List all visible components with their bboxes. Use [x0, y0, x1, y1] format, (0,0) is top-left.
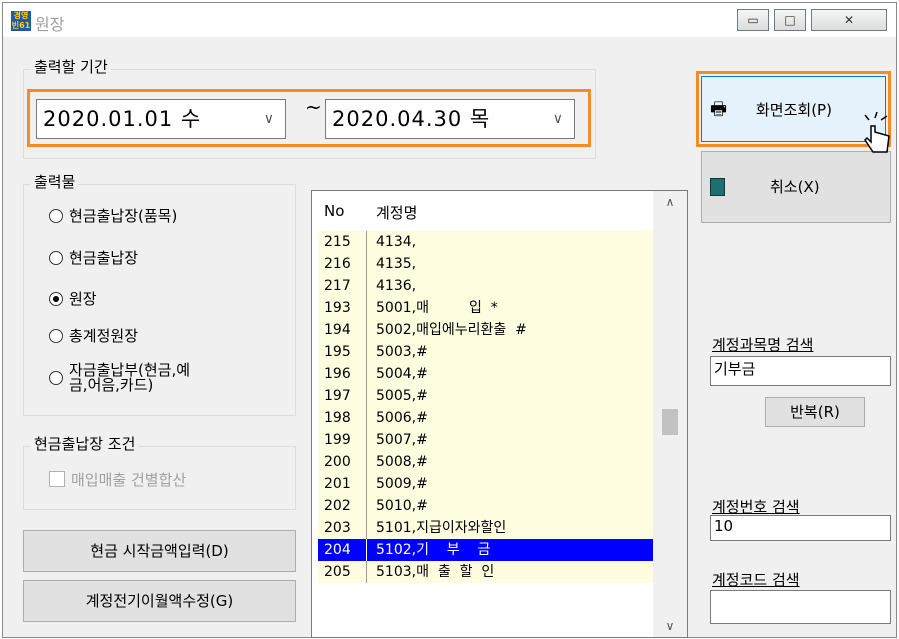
checkbox-label: 매입매출 건별합산 — [71, 471, 187, 489]
chevron-down-icon: ∨ — [552, 111, 564, 127]
radio-icon — [49, 371, 63, 385]
period-label: 출력할 기간 — [31, 56, 111, 77]
list-item[interactable]: 202 5010,# — [318, 495, 654, 517]
scroll-thumb[interactable] — [662, 409, 678, 435]
close-button[interactable]: ✕ — [811, 9, 887, 31]
prev-balance-edit-button[interactable]: 계정전기이월액수정(G) — [23, 580, 296, 622]
cancel-button[interactable]: 취소(X) — [701, 151, 891, 223]
period-separator: ~ — [305, 95, 322, 119]
list-scrollbar[interactable]: ∧ ∨ — [653, 191, 687, 637]
list-item[interactable]: 217 4136, — [318, 275, 654, 297]
list-item[interactable]: 195 5003,# — [318, 341, 654, 363]
radio-cash-book[interactable]: 현금출납장 — [49, 247, 138, 268]
subject-search-label: 계정과목명 검색 — [712, 336, 814, 354]
radio-label: 원장 — [69, 290, 97, 308]
maximize-icon: □ — [784, 13, 796, 27]
list-item[interactable]: 198 5006,# — [318, 407, 654, 429]
maximize-button[interactable]: □ — [774, 9, 806, 31]
account-list[interactable]: No 계정명 215 4134, 216 4135, 217 4136, 193 500… — [311, 190, 688, 638]
list-item[interactable]: 196 5004,# — [318, 363, 654, 385]
subject-search-input[interactable]: 기부금 — [710, 356, 891, 386]
end-date-value: 2020.04.30 목 — [332, 107, 491, 131]
list-item[interactable]: 203 5101,지급이자와할인 — [318, 517, 654, 539]
radio-icon — [49, 251, 63, 265]
list-item[interactable]: 200 5008,# — [318, 451, 654, 473]
ledger-window: 경영빈61 원장 ▭ □ ✕ 출력할 기간 2020.01.01 수 ∨ ~ 2… — [2, 2, 897, 638]
view-button-label: 화면조회(P) — [756, 101, 832, 119]
radio-label: 자금출납부(현금,예 금,어음,카드) — [69, 361, 191, 394]
radio-icon — [49, 329, 63, 343]
list-item[interactable]: 194 5002,매입에누리환출 # — [318, 319, 654, 341]
cash-condition-label: 현금출납장 조건 — [31, 433, 139, 454]
repeat-button[interactable]: 반복(R) — [765, 397, 865, 427]
view-button[interactable]: 🖶 화면조회(P) — [701, 76, 886, 142]
number-search-input[interactable]: 10 — [710, 515, 891, 541]
list-item[interactable]: 205 5103,매 출 할 인 — [318, 561, 654, 583]
output-label: 출력물 — [31, 171, 79, 192]
checkbox-icon — [49, 471, 65, 487]
list-item[interactable]: 197 5005,# — [318, 385, 654, 407]
minimize-button[interactable]: ▭ — [737, 9, 769, 31]
radio-general-ledger[interactable]: 총계정원장 — [49, 325, 138, 346]
start-date-value: 2020.01.01 수 — [43, 107, 202, 131]
code-search-input[interactable] — [710, 590, 891, 624]
radio-ledger[interactable]: 원장 — [49, 288, 97, 309]
column-no: No — [324, 202, 345, 220]
radio-label: 현금출납장(품목) — [69, 207, 178, 225]
radio-selected-icon — [49, 292, 63, 306]
radio-fund-book[interactable]: 자금출납부(현금,예 금,어음,카드) — [49, 363, 190, 393]
hand-cursor-icon — [864, 112, 890, 153]
code-search-label: 계정코드 검색 — [712, 571, 800, 589]
column-account-name: 계정명 — [376, 204, 418, 222]
close-icon: ✕ — [843, 13, 855, 27]
title-bar: 경영빈61 원장 ▭ □ ✕ — [3, 3, 896, 37]
radio-label: 총계정원장 — [69, 327, 139, 345]
end-date-combo[interactable]: 2020.04.30 목 ∨ — [325, 99, 575, 139]
list-rows: 215 4134, 216 4135, 217 4136, 193 5001,매 입 *… — [318, 231, 654, 583]
window-title: 원장 — [35, 15, 65, 34]
list-item[interactable]: 216 4135, — [318, 253, 654, 275]
number-search-label: 계정번호 검색 — [712, 498, 800, 516]
list-item[interactable]: 193 5001,매 입 * — [318, 297, 654, 319]
printer-icon: 🖶 — [710, 99, 727, 120]
list-item[interactable]: 215 4134, — [318, 231, 654, 253]
list-item-selected[interactable]: 204 5102,기 부 금 — [318, 539, 654, 561]
merge-sales-checkbox[interactable]: 매입매출 건별합산 — [49, 469, 186, 490]
exit-door-icon — [710, 178, 725, 196]
minimize-icon: ▭ — [747, 13, 759, 27]
cancel-button-label: 취소(X) — [770, 178, 820, 196]
radio-icon — [49, 209, 63, 223]
radio-label: 현금출납장 — [69, 249, 139, 267]
app-icon: 경영빈61 — [11, 11, 31, 31]
list-item[interactable]: 199 5007,# — [318, 429, 654, 451]
list-header: No 계정명 — [312, 191, 654, 231]
list-item[interactable]: 201 5009,# — [318, 473, 654, 495]
radio-cash-book-item[interactable]: 현금출납장(품목) — [49, 205, 177, 226]
chevron-down-icon: ∨ — [263, 111, 275, 127]
cash-start-amount-button[interactable]: 현금 시작금액입력(D) — [23, 530, 296, 572]
scroll-up-icon[interactable]: ∧ — [653, 195, 687, 209]
start-date-combo[interactable]: 2020.01.01 수 ∨ — [36, 99, 286, 139]
scroll-down-icon[interactable]: ∨ — [653, 619, 687, 633]
